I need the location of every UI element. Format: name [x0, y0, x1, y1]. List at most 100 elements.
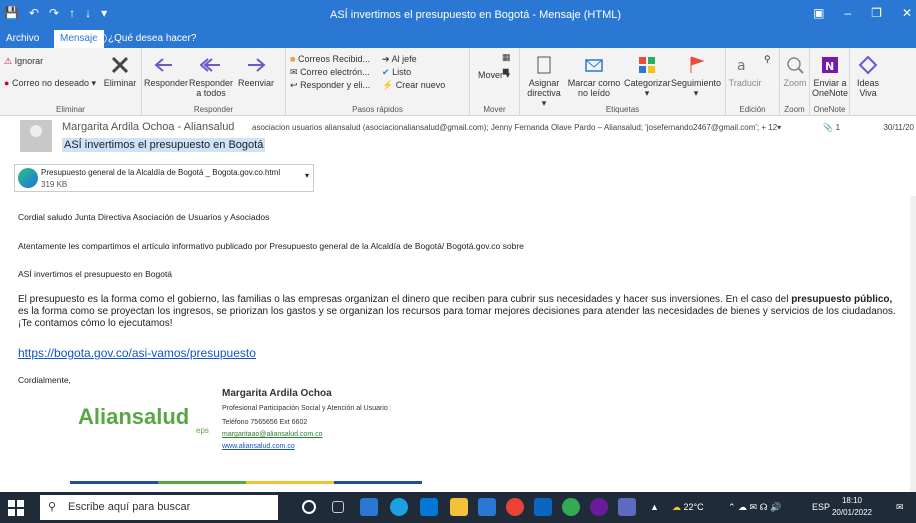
sent-date: 30/11/20	[883, 123, 914, 132]
tell-me-search[interactable]: ¿Qué desea hacer?	[108, 33, 196, 44]
attachment-name: Presupuesto general de la Alcaldía de Bo…	[41, 168, 281, 177]
lightbulb-icon: ◯	[96, 33, 108, 44]
seguimiento-button[interactable]: Seguimiento ▾	[670, 54, 722, 98]
window-controls: ▣ – ❐ ✕	[813, 6, 912, 20]
traducir-button[interactable]: a Traducir	[728, 54, 762, 88]
up-arrow-icon[interactable]: ↑	[69, 6, 75, 20]
zoom-button[interactable]: Zoom	[780, 54, 810, 88]
clock[interactable]: 18:10 20/01/2022	[832, 495, 872, 519]
ignorar-button[interactable]: ⚠ Ignorar	[4, 56, 43, 67]
signature-email[interactable]: margaritaao@aliansalud.com.co	[222, 431, 323, 438]
taskbar-search[interactable]: ⚲ Escribe aquí para buscar	[40, 495, 278, 520]
enviar-onenote-button[interactable]: N Enviar a OneNote	[810, 54, 850, 98]
responder-a-todos-button[interactable]: Responder a todos	[186, 54, 236, 98]
reenviar-button[interactable]: Reenviar	[236, 54, 276, 88]
viva-icon	[858, 55, 878, 75]
reply-all-icon	[200, 58, 220, 72]
ribbon-tabs: Archivo Mensaje ◯ ¿Qué desea hacer?	[0, 30, 916, 48]
teams-icon[interactable]	[618, 498, 636, 516]
quickstep-al-jefe[interactable]: ➔ Al jefe	[382, 54, 417, 65]
policy-icon	[537, 56, 551, 74]
ignore-icon: ⚠	[4, 56, 13, 66]
svg-text:N: N	[825, 60, 834, 73]
body-greeting: Cordial saludo Junta Directiva Asociació…	[18, 212, 270, 222]
task-view-icon[interactable]	[332, 501, 344, 513]
weather-widget[interactable]: ☁ 22°C	[672, 502, 704, 513]
redo-icon[interactable]: ↷	[49, 6, 59, 20]
explorer-icon[interactable]	[450, 498, 468, 516]
categorize-icon	[639, 57, 655, 73]
group-mover: Mover ▾ ▦ ◼ Mover	[470, 48, 520, 116]
flag-icon	[690, 56, 705, 73]
rules-icon[interactable]: ▦	[502, 52, 511, 63]
signature-phone: Teléfono 7565656 Ext 6602	[222, 419, 308, 426]
save-icon[interactable]: 💾	[4, 6, 19, 20]
junk-button[interactable]: ● Correo no deseado ▾	[4, 78, 96, 89]
avatar[interactable]	[20, 120, 52, 152]
minimize-icon[interactable]: –	[844, 6, 851, 20]
onenote-small-icon[interactable]: ◼	[502, 66, 509, 77]
presupuesto-link[interactable]: https://bogota.gov.co/asi-vamos/presupue…	[18, 346, 256, 360]
group-label-pasos-rapidos: Pasos rápidos	[352, 105, 403, 114]
ideas-viva-button[interactable]: Ideas Viva	[850, 54, 886, 98]
outlook-taskbar-icon[interactable]	[360, 498, 378, 516]
attachment-card[interactable]: Presupuesto general de la Alcaldía de Bo…	[14, 164, 314, 192]
signature-title: Profesional Participación Social y Atenc…	[222, 405, 388, 412]
quickstep-crear-nuevo[interactable]: ⚡ Crear nuevo	[382, 80, 445, 91]
tab-archivo[interactable]: Archivo	[6, 33, 39, 44]
down-arrow-icon[interactable]: ↓	[85, 6, 91, 20]
maximize-icon[interactable]: ❐	[871, 6, 882, 20]
delete-x-icon	[111, 56, 129, 74]
signature-web[interactable]: www.aliansalud.com.co	[222, 443, 295, 450]
store-icon[interactable]	[420, 498, 438, 516]
quickstep-listo[interactable]: ✔ Listo	[382, 67, 411, 78]
eliminar-button[interactable]: Eliminar	[100, 54, 140, 88]
outlook-app-icon[interactable]	[478, 498, 496, 516]
system-tray-icons[interactable]: ⌃ ☁ ✉ ☊ 🔊	[728, 502, 781, 513]
categorizar-button[interactable]: Categorizar ▾	[624, 54, 671, 98]
close-icon[interactable]: ✕	[902, 6, 912, 20]
chrome-icon[interactable]	[506, 498, 524, 516]
group-label-onenote: OneNote	[813, 105, 846, 114]
scrollbar[interactable]	[910, 196, 916, 492]
title-bar: 💾 ↶ ↷ ↑ ↓ ▾ ASÍ invertimos el presupuest…	[0, 0, 916, 30]
quickstep-correo-electronico[interactable]: ✉ Correo electrón...	[290, 67, 370, 78]
customize-qat-icon[interactable]: ▾	[101, 6, 107, 20]
recipients-line[interactable]: asociacion usuarios aliansalud (asociaci…	[252, 123, 840, 132]
manager-icon: ➔	[382, 54, 390, 64]
ribbon-display-icon[interactable]: ▣	[813, 6, 824, 20]
sender-name[interactable]: Margarita Ardila Ochoa - Aliansalud	[62, 121, 234, 133]
attachment-count: 📎 1	[823, 123, 841, 132]
bar-blue	[70, 481, 158, 484]
outlook-message-window: 💾 ↶ ↷ ↑ ↓ ▾ ASÍ invertimos el presupuest…	[0, 0, 916, 523]
windows-start-icon[interactable]	[8, 500, 24, 516]
outlook-second-icon[interactable]	[534, 498, 552, 516]
notification-icon[interactable]: ✉	[896, 502, 904, 513]
language-indicator[interactable]: ESP	[812, 502, 830, 512]
cortana-icon[interactable]	[302, 500, 316, 514]
body-paragraph: El presupuesto es la forma como el gobie…	[18, 294, 896, 329]
chrome-second-icon[interactable]	[562, 498, 580, 516]
quickstep-responder-y-eliminar[interactable]: ↩ Responder y eli...	[290, 80, 370, 91]
onenote-icon: N	[822, 57, 838, 73]
asignar-directiva-button[interactable]: Asignar directiva ▾	[524, 54, 564, 108]
undo-icon[interactable]: ↶	[29, 6, 39, 20]
group-etiquetas: Asignar directiva ▾ Marcar como no leído C…	[520, 48, 726, 116]
body-subject-line: ASÍ invertimos el presupuesto en Bogotá	[18, 269, 173, 279]
edge-taskbar-icon[interactable]	[390, 498, 408, 516]
find-icon[interactable]: ⚲	[764, 54, 771, 65]
responder-button[interactable]: Responder	[144, 54, 188, 88]
group-responder: Responder Responder a todos Reenviar Resp…	[142, 48, 286, 116]
group-onenote: N Enviar a OneNote OneNote	[810, 48, 850, 116]
window-title: ASÍ invertimos el presupuesto en Bogotá …	[330, 9, 622, 21]
chevron-down-icon[interactable]: ▾	[305, 171, 309, 180]
group-pasos-rapidos: ■ Correos Recibid... ➔ Al jefe ✉ Correo …	[286, 48, 470, 116]
group-viva: Ideas Viva	[850, 48, 886, 116]
marcar-no-leido-button[interactable]: Marcar como no leído	[566, 54, 622, 98]
quickstep-correos-recibidos[interactable]: ■ Correos Recibid...	[290, 54, 370, 64]
app-purple-icon[interactable]	[590, 498, 608, 516]
tray-chevron-icon[interactable]: ▲	[650, 502, 659, 512]
bar-yellow	[246, 481, 334, 484]
folder-icon: ■	[290, 54, 296, 64]
group-label-etiquetas: Etiquetas	[605, 105, 640, 114]
